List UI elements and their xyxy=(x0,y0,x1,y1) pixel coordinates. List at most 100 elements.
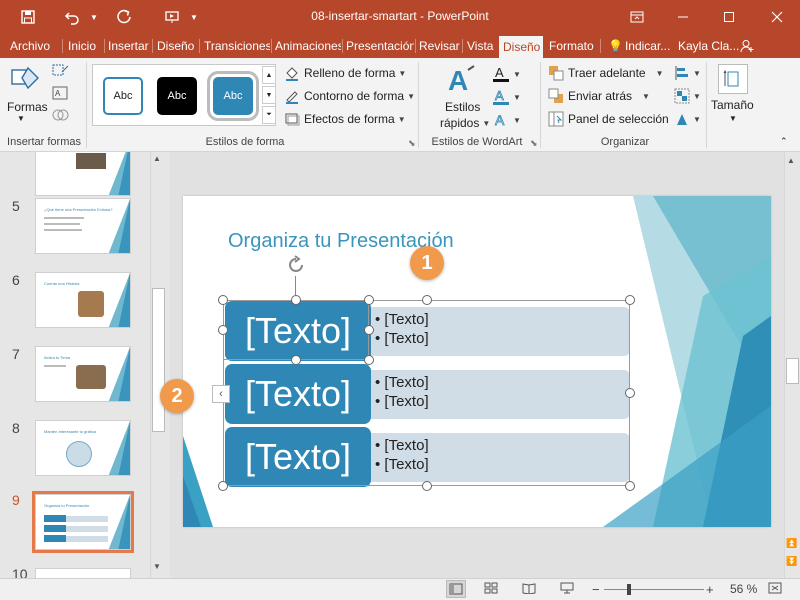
text-fill-icon[interactable]: A ▼ xyxy=(492,65,521,83)
slide-thumbnail-10[interactable] xyxy=(35,568,131,578)
size-icon[interactable] xyxy=(718,64,748,94)
zoom-level[interactable]: 56 % xyxy=(730,582,757,596)
style-abc-blue[interactable]: Abc xyxy=(207,71,259,121)
rotate-icon[interactable]: ▼ xyxy=(674,111,701,127)
shape-handle[interactable] xyxy=(364,295,374,305)
undo-icon[interactable] xyxy=(62,7,82,27)
style-abc-outline[interactable]: Abc xyxy=(103,77,143,115)
slide-thumbnail-5[interactable]: ¿Qué tiene una Presentación Exitosa? xyxy=(35,198,131,254)
minimize-icon[interactable] xyxy=(660,0,706,34)
traer-adelante-button[interactable]: Traer adelante ▼ xyxy=(548,65,664,81)
user-name[interactable]: Kayla Cla... xyxy=(674,34,743,58)
group-icon[interactable]: ▼ xyxy=(674,88,701,104)
tamano-caret[interactable]: ▼ xyxy=(729,114,737,123)
align-icon[interactable]: ▼ xyxy=(674,65,701,81)
zoom-slider[interactable] xyxy=(604,589,704,590)
dialog-launcher-icon[interactable]: ⬊ xyxy=(408,138,416,149)
resize-handle[interactable] xyxy=(422,295,432,305)
insertar-formas-label: Insertar formas xyxy=(7,136,81,148)
efectos-button[interactable]: Efectos de forma ▼ xyxy=(284,111,406,127)
undo-dropdown-icon[interactable]: ▼ xyxy=(84,7,104,27)
tab-transiciones[interactable]: Transiciones xyxy=(200,34,270,58)
scroll-up-icon[interactable]: ▲ xyxy=(787,156,795,165)
normal-view-icon[interactable] xyxy=(446,580,466,598)
editor-scrollbar[interactable]: ▲ ⏫ ⏬ xyxy=(784,152,800,578)
formas-button[interactable] xyxy=(8,64,44,94)
reading-view-icon[interactable] xyxy=(522,582,536,597)
relleno-button[interactable]: Relleno de forma ▼ xyxy=(284,65,406,81)
resize-handle[interactable] xyxy=(625,388,635,398)
present-icon[interactable] xyxy=(162,7,182,27)
zoom-out-icon[interactable]: − xyxy=(592,582,600,597)
scroll-up-icon[interactable]: ▲ xyxy=(153,154,161,163)
tab-presentacion[interactable]: Presentación xyxy=(342,34,414,58)
tab-inicio[interactable]: Inicio xyxy=(64,34,100,58)
formas-label[interactable]: Formas xyxy=(7,100,48,114)
zoom-slider-thumb[interactable] xyxy=(627,584,631,595)
estilos-rapidos-line1[interactable]: Estilos xyxy=(445,100,480,114)
merge-shapes-icon[interactable] xyxy=(52,108,70,122)
slide-thumbnail-9[interactable]: Organiza tu Presentación xyxy=(32,491,134,553)
textbox-icon[interactable]: A xyxy=(52,86,70,100)
gallery-scroll-up-icon[interactable]: ▲ xyxy=(262,66,276,84)
slide-thumbnail-6[interactable]: Cuenta una Historia xyxy=(35,272,131,328)
tab-archivo[interactable]: Archivo xyxy=(6,34,54,58)
slide-sorter-icon[interactable] xyxy=(484,582,498,597)
collapse-ribbon-icon[interactable]: ⌃ xyxy=(780,136,788,147)
resize-handle[interactable] xyxy=(422,481,432,491)
slide-canvas[interactable]: Organiza tu Presentación [Texto] • [Text… xyxy=(183,196,771,527)
edit-shape-icon[interactable] xyxy=(52,64,70,78)
scroll-down-icon[interactable]: ▼ xyxy=(153,562,161,571)
fit-to-window-icon[interactable] xyxy=(768,582,782,597)
share-icon[interactable] xyxy=(736,34,760,58)
tab-revisar[interactable]: Revisar xyxy=(415,34,464,58)
tab-diseno-smartart[interactable]: Diseño xyxy=(499,36,543,58)
shape-handle[interactable] xyxy=(291,295,301,305)
text-effects-icon[interactable]: A ▼ xyxy=(492,111,521,129)
resize-handle[interactable] xyxy=(218,295,228,305)
redo-icon[interactable] xyxy=(114,7,134,27)
gallery-scroll-down-icon[interactable]: ▼ xyxy=(262,86,276,104)
resize-handle[interactable] xyxy=(625,481,635,491)
rotate-handle-icon[interactable] xyxy=(285,254,307,279)
tab-insertar[interactable]: Insertar xyxy=(104,34,153,58)
tamano-label[interactable]: Tamaño xyxy=(711,98,754,112)
prev-slide-icon[interactable]: ⏫ xyxy=(786,538,797,549)
wordart-launcher-icon[interactable]: ⬊ xyxy=(530,138,538,149)
shape-handle[interactable] xyxy=(364,325,374,335)
estilos-rapidos-button[interactable]: rápidos ▼ xyxy=(440,116,490,130)
tab-animaciones[interactable]: Animaciones xyxy=(271,34,341,58)
shape-handle[interactable] xyxy=(218,325,228,335)
formas-caret[interactable]: ▼ xyxy=(17,114,25,123)
tab-diseno[interactable]: Diseño xyxy=(153,34,198,58)
slide-thumbnail-4[interactable] xyxy=(35,152,131,196)
shape-handle[interactable] xyxy=(364,355,374,365)
customize-qa-icon[interactable]: ▼ xyxy=(184,7,204,27)
contorno-button[interactable]: Contorno de forma ▼ xyxy=(284,88,415,104)
zoom-in-icon[interactable]: + xyxy=(706,582,714,597)
tell-me-box[interactable]: 💡 Indicar... xyxy=(604,34,674,58)
slideshow-icon[interactable] xyxy=(560,582,574,597)
gallery-more-icon[interactable]: ⏷ xyxy=(262,106,276,124)
next-slide-icon[interactable]: ⏬ xyxy=(786,556,797,567)
close-icon[interactable] xyxy=(754,0,800,34)
text-pane-toggle-icon[interactable]: ‹ xyxy=(212,385,230,403)
panel-seleccion-button[interactable]: Panel de selección xyxy=(548,111,669,127)
shape-handle[interactable] xyxy=(291,355,301,365)
save-icon[interactable] xyxy=(18,7,38,27)
tab-formato[interactable]: Formato xyxy=(545,34,598,58)
text-outline-icon[interactable]: A ▼ xyxy=(492,88,521,106)
thumbnail-scroll-thumb[interactable] xyxy=(152,288,165,432)
slide-thumbnail-7[interactable]: Ilustra tu Tema xyxy=(35,346,131,402)
enviar-atras-button[interactable]: Enviar atrás ▼ xyxy=(548,88,650,104)
tab-vista[interactable]: Vista xyxy=(463,34,497,58)
ribbon-display-icon[interactable] xyxy=(614,0,660,34)
wordart-quick-styles-icon[interactable]: A xyxy=(446,64,476,96)
resize-handle[interactable] xyxy=(218,481,228,491)
editor-scroll-thumb[interactable] xyxy=(786,358,799,384)
slide-thumbnail-8[interactable]: Mantén Interesante tu gráfica xyxy=(35,420,131,476)
maximize-icon[interactable] xyxy=(706,0,752,34)
resize-handle[interactable] xyxy=(625,295,635,305)
style-abc-black[interactable]: Abc xyxy=(157,77,197,115)
thumbnail-scrollbar[interactable]: ▲ ▼ xyxy=(150,152,166,578)
